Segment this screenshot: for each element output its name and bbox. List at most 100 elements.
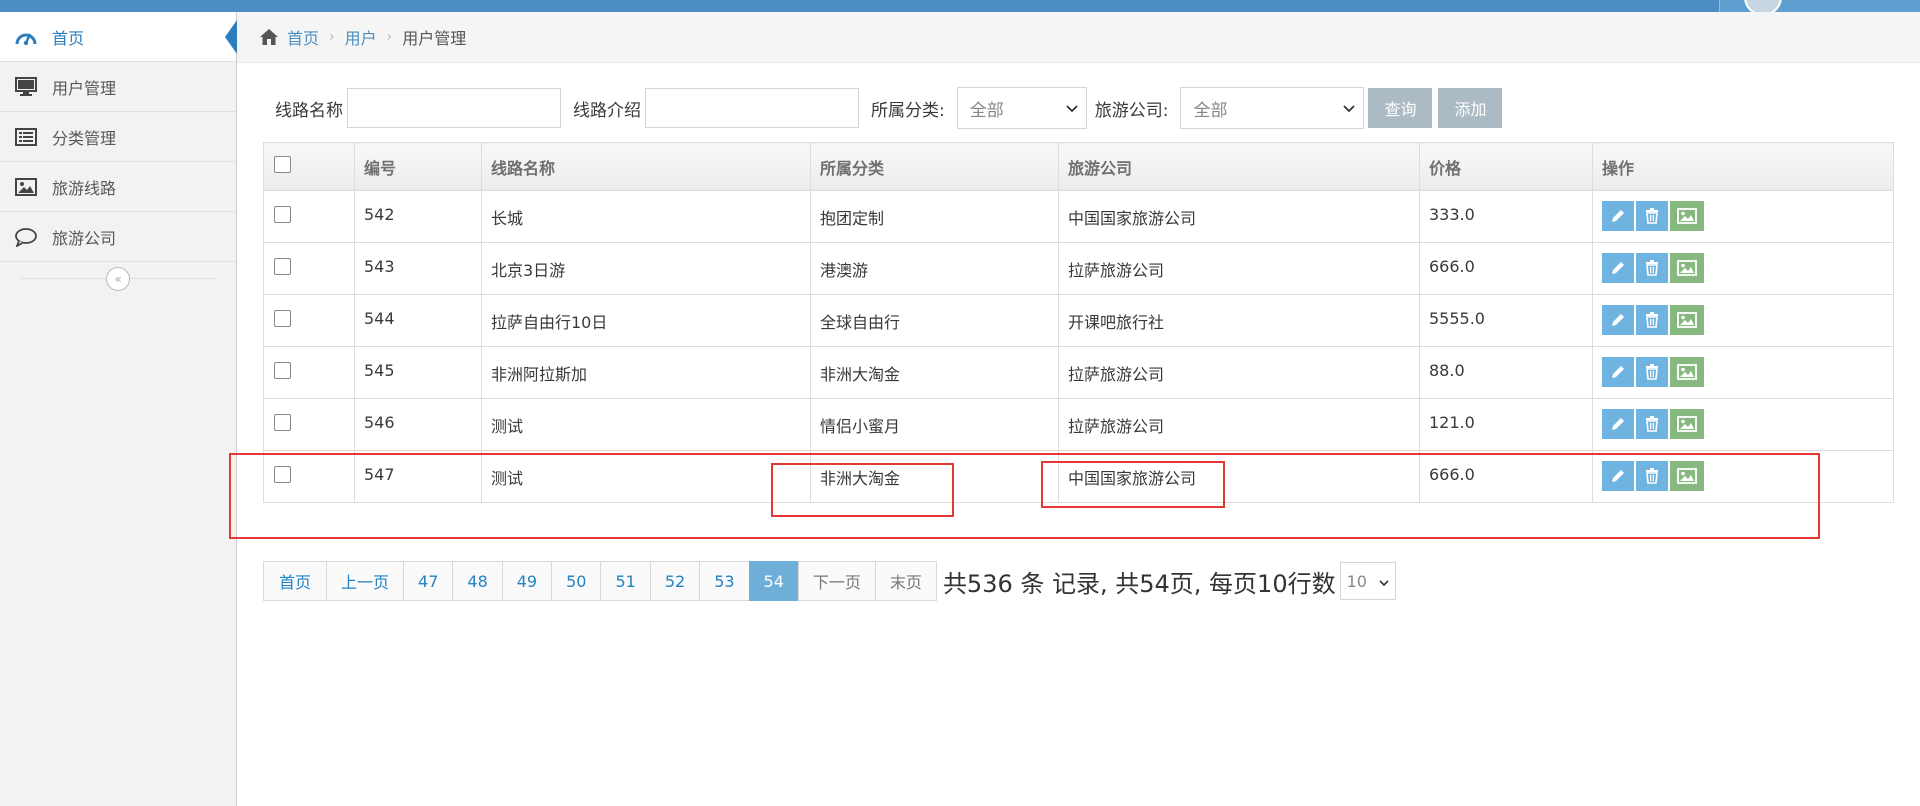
row-checkbox[interactable] [274, 310, 291, 327]
cell-category: 抱团定制 [810, 190, 1059, 243]
header-id[interactable]: 编号 [354, 142, 482, 191]
cell-actions [1592, 346, 1894, 399]
sidebar-item-travel-routes[interactable]: 旅游线路 [0, 162, 236, 212]
sidebar-item-label: 首页 [52, 28, 85, 48]
last-page-button[interactable]: 末页 [874, 561, 937, 601]
page-number-49[interactable]: 49 [501, 561, 553, 601]
header-price[interactable]: 价格 [1419, 142, 1593, 191]
pagination: 首页 上一页 47 48 49 50 51 52 53 54 下一页 末页 共536 条 记录… [263, 561, 1396, 601]
sidebar-item-category-management[interactable]: 分类管理 [0, 112, 236, 162]
select-all-checkbox[interactable] [274, 156, 291, 173]
category-select[interactable]: 全部 [956, 87, 1087, 129]
highlight-category-annotation [771, 463, 954, 517]
sidebar-item-label: 旅游线路 [52, 178, 117, 198]
row-checkbox[interactable] [274, 414, 291, 431]
delete-button[interactable] [1636, 305, 1668, 335]
page-number-52[interactable]: 52 [649, 561, 701, 601]
row-checkbox-cell [263, 190, 355, 243]
image-button[interactable] [1670, 305, 1704, 335]
cell-price: 666.0 [1419, 242, 1593, 295]
home-icon [259, 28, 279, 46]
cell-price: 88.0 [1419, 346, 1593, 399]
page-size-select[interactable]: 10 [1339, 562, 1396, 600]
cell-id: 543 [354, 242, 482, 295]
page-number-51[interactable]: 51 [600, 561, 651, 601]
comment-icon [14, 227, 38, 247]
header-route-name[interactable]: 线路名称 [481, 142, 811, 191]
page-size-value: 10 [1346, 571, 1367, 591]
breadcrumb-current: 用户管理 [402, 29, 467, 48]
cell-route-name: 测试 [481, 398, 811, 451]
row-checkbox[interactable] [274, 362, 291, 379]
cell-price: 121.0 [1419, 398, 1593, 451]
row-checkbox-cell [263, 346, 355, 399]
top-header-bar [0, 0, 1920, 16]
list-icon [14, 127, 38, 147]
query-button[interactable]: 查询 [1368, 88, 1433, 128]
sidebar-item-label: 分类管理 [52, 128, 117, 148]
row-checkbox-cell [263, 242, 355, 295]
image-button[interactable] [1670, 201, 1704, 231]
trash-icon [1646, 208, 1658, 224]
page-number-50[interactable]: 50 [551, 561, 602, 601]
edit-button[interactable] [1602, 357, 1634, 387]
delete-button[interactable] [1636, 201, 1668, 231]
route-name-label: 线路名称 [275, 100, 343, 121]
page-numbers: 47 48 49 50 51 52 53 54 [403, 561, 799, 601]
edit-button[interactable] [1602, 201, 1634, 231]
category-select-value: 全部 [969, 100, 1004, 121]
next-page-button[interactable]: 下一页 [797, 561, 876, 601]
header-category[interactable]: 所属分类 [810, 142, 1059, 191]
user-menu[interactable] [1719, 0, 1920, 16]
cell-category: 情侣小蜜月 [810, 398, 1059, 451]
edit-button[interactable] [1602, 409, 1634, 439]
delete-button[interactable] [1636, 409, 1668, 439]
route-name-input[interactable] [347, 88, 561, 128]
sidebar-item-home[interactable]: 首页 [0, 12, 237, 62]
breadcrumb-user-link[interactable]: 用户 [345, 25, 377, 49]
image-button[interactable] [1670, 253, 1704, 283]
cell-route-name: 拉萨自由行10日 [481, 294, 811, 347]
breadcrumb-home-link[interactable]: 首页 [287, 25, 319, 49]
picture-icon [1677, 312, 1697, 328]
cell-id: 546 [354, 398, 482, 451]
page-number-48[interactable]: 48 [452, 561, 503, 601]
cell-actions [1592, 242, 1894, 295]
edit-button[interactable] [1602, 253, 1634, 283]
delete-button[interactable] [1636, 357, 1668, 387]
first-page-button[interactable]: 首页 [263, 561, 328, 601]
chevron-down-icon [1066, 98, 1078, 118]
category-label: 所属分类: [871, 100, 945, 121]
image-button[interactable] [1670, 357, 1704, 387]
sidebar-item-user-management[interactable]: 用户管理 [0, 62, 236, 112]
row-checkbox[interactable] [274, 206, 291, 223]
sidebar-collapse-button[interactable]: « [106, 267, 130, 291]
pencil-icon [1612, 314, 1624, 326]
image-button[interactable] [1670, 409, 1704, 439]
add-button[interactable]: 添加 [1438, 88, 1503, 128]
edit-button[interactable] [1602, 305, 1634, 335]
sidebar-item-travel-companies[interactable]: 旅游公司 [0, 212, 236, 262]
pencil-icon [1612, 262, 1624, 274]
row-checkbox[interactable] [274, 258, 291, 275]
header-company[interactable]: 旅游公司 [1058, 142, 1420, 191]
sidebar-item-label: 用户管理 [52, 78, 117, 98]
table-row: 545 非洲阿拉斯加 非洲大淘金 拉萨旅游公司 88.0 [263, 346, 1894, 399]
delete-button[interactable] [1636, 253, 1668, 283]
pencil-icon [1612, 418, 1624, 430]
trash-icon [1646, 364, 1658, 380]
page-number-47[interactable]: 47 [403, 561, 454, 601]
dashboard-icon [14, 27, 38, 47]
page-number-53[interactable]: 53 [699, 561, 750, 601]
prev-page-button[interactable]: 上一页 [326, 561, 405, 601]
header-actions: 操作 [1592, 142, 1894, 191]
company-select[interactable]: 全部 [1180, 87, 1365, 129]
route-intro-input[interactable] [645, 88, 859, 128]
table-row: 543 北京3日游 港澳游 拉萨旅游公司 666.0 [263, 242, 1894, 295]
cell-route-name: 北京3日游 [481, 242, 811, 295]
page-number-54[interactable]: 54 [748, 561, 799, 601]
chevron-right-icon: › [386, 29, 393, 45]
picture-icon [1677, 260, 1697, 276]
cell-price: 333.0 [1419, 190, 1593, 243]
trash-icon [1646, 260, 1658, 276]
